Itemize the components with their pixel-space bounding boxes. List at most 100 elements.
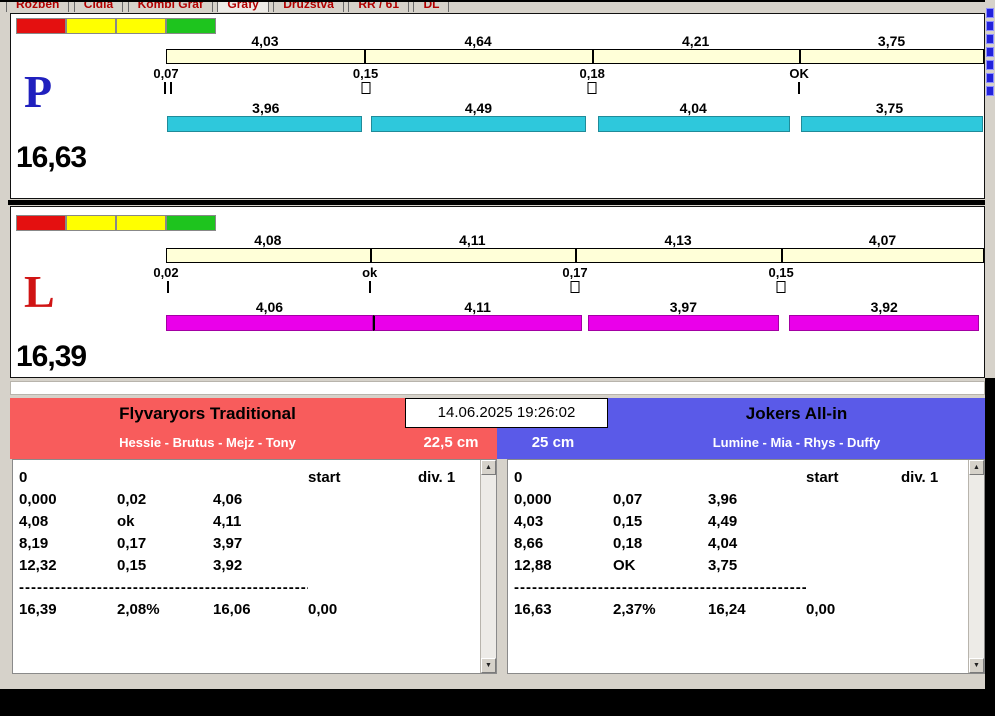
tab-rr-61[interactable]: RR / 61 [348, 0, 409, 12]
split-bottom-label: 4,49 [366, 100, 592, 116]
col-zero: 0 [514, 469, 613, 486]
tab-cidla[interactable]: Cidla [74, 0, 123, 12]
scrollbar[interactable]: ▲ ▼ [968, 460, 984, 673]
tab-grafy[interactable]: Grafy [217, 0, 268, 12]
division-label: div. 1 [418, 469, 480, 486]
panel-divider [8, 200, 987, 205]
scroll-down-button[interactable]: ▼ [969, 658, 984, 673]
marker-icon [167, 281, 169, 293]
marker-label: 0,07 [153, 66, 178, 81]
total-time: 16,39 [19, 601, 117, 618]
split-top-label: 4,64 [364, 33, 592, 49]
marker-label: 0,17 [562, 265, 587, 280]
marker-label: OK [789, 66, 809, 81]
separator-row: ----------------------------------------… [508, 576, 968, 598]
datetime-display: 14.06.2025 19:26:02 [405, 398, 608, 428]
window-button[interactable] [986, 8, 994, 18]
team-members: Hessie - Brutus - Mejz - Tony [10, 435, 405, 450]
scroll-down-button[interactable]: ▼ [481, 658, 496, 673]
result-row: 0,000 0,02 4,06 [13, 488, 480, 510]
split-track [166, 248, 984, 263]
window-button[interactable] [986, 86, 994, 96]
tab-druzstva[interactable]: Druzstva [273, 0, 344, 12]
split-bottom-label: 4,06 [166, 299, 373, 315]
jump-height: 22,5 cm [405, 434, 497, 451]
marker-icon [164, 82, 172, 94]
tab-dl[interactable]: DL [413, 0, 449, 12]
result-row: 4,08 ok 4,11 [13, 510, 480, 532]
start-label: start [308, 469, 418, 486]
dashed-separator: ----------------------------------------… [19, 579, 308, 596]
up-arrow-icon: ▲ [973, 464, 980, 471]
tab-kombi-graf[interactable]: Kombi Graf [128, 0, 213, 12]
scrollbar[interactable]: ▲ ▼ [480, 460, 496, 673]
window-button[interactable] [986, 47, 994, 57]
marker-label: 0,02 [153, 265, 178, 280]
window-button[interactable] [986, 34, 994, 44]
split-track [166, 49, 984, 64]
status-light-yellow-1 [66, 18, 116, 34]
marker-icon [361, 82, 370, 94]
lane-bars [166, 315, 984, 331]
application-window: Rozbeh Cidla Kombi Graf Grafy Druzstva R… [0, 0, 985, 689]
segment-tick [799, 50, 801, 63]
split-top-label: 4,03 [166, 33, 364, 49]
marker-icon [571, 281, 580, 293]
lane-bar [166, 315, 373, 331]
teams-section: Flyvaryors Traditional Hessie - Brutus -… [10, 398, 985, 676]
result-row: 12,88 OK 3,75 [508, 554, 968, 576]
lane-letter-l: L [24, 269, 55, 315]
result-row: 0,000 0,07 3,96 [508, 488, 968, 510]
start-label: start [806, 469, 901, 486]
split-bottom-label: 3,75 [795, 100, 984, 116]
segment-tick [781, 249, 783, 262]
status-light-red [16, 215, 66, 231]
total-time: 16,63 [514, 601, 613, 618]
marker-icon [777, 281, 786, 293]
split-times-top: 4,08 4,11 4,13 4,07 [166, 232, 984, 247]
col-zero: 0 [19, 469, 117, 486]
lane-bar [167, 116, 362, 132]
team-members: Lumine - Mia - Rhys - Duffy [608, 435, 985, 450]
segment-tick [575, 249, 577, 262]
status-light-red [16, 18, 66, 34]
window-button[interactable] [986, 60, 994, 70]
scroll-up-button[interactable]: ▲ [481, 460, 496, 475]
split-top-label: 4,07 [781, 232, 984, 248]
status-light-yellow-2 [116, 215, 166, 231]
results-table: 0 start div. 1 0,000 0,07 3,96 4,03 0,15… [508, 466, 968, 620]
scroll-up-button[interactable]: ▲ [969, 460, 984, 475]
marker-label: 0,18 [580, 66, 605, 81]
marker-label: 0,15 [768, 265, 793, 280]
tab-rozbeh[interactable]: Rozbeh [6, 0, 69, 12]
segment-tick [592, 50, 594, 63]
result-row: 8,66 0,18 4,04 [508, 532, 968, 554]
lane-panel-l: L 4,08 4,11 4,13 4,07 0,02 ok 0,17 0,15 [10, 206, 985, 378]
lane-total-time: 16,63 [16, 141, 86, 175]
tab-bar: Rozbeh Cidla Kombi Graf Grafy Druzstva R… [0, 0, 985, 12]
split-times-top: 4,03 4,64 4,21 3,75 [166, 33, 984, 48]
marker-icon [798, 82, 800, 94]
lane-bar [789, 315, 979, 331]
results-table: 0 start div. 1 0,000 0,02 4,06 4,08 ok 4… [13, 466, 480, 620]
lane-chart: 4,03 4,64 4,21 3,75 0,07 0,15 0,18 OK [166, 14, 984, 139]
split-top-label: 3,75 [799, 33, 984, 49]
split-top-label: 4,21 [592, 33, 799, 49]
total-net: 16,24 [708, 601, 806, 618]
marker-icon [369, 281, 371, 293]
result-row: 12,32 0,15 3,92 [13, 554, 480, 576]
split-times-bottom: 4,06 4,11 3,97 3,92 [166, 299, 984, 314]
window-button[interactable] [986, 21, 994, 31]
lane-bar [598, 116, 790, 132]
marker-label: 0,15 [353, 66, 378, 81]
total-net: 16,06 [213, 601, 308, 618]
window-button[interactable] [986, 73, 994, 83]
dashed-separator: ----------------------------------------… [514, 579, 806, 596]
status-light-yellow-1 [66, 215, 116, 231]
jump-height: 25 cm [508, 434, 598, 451]
separator-row: ----------------------------------------… [13, 576, 480, 598]
total-penalty: 0,00 [308, 601, 418, 618]
total-percent: 2,37% [613, 601, 708, 618]
lane-panel-p: P 4,03 4,64 4,21 3,75 0,07 0,15 0,18 OK [10, 13, 985, 199]
lane-chart: 4,08 4,11 4,13 4,07 0,02 ok 0,17 0,15 [166, 213, 984, 338]
